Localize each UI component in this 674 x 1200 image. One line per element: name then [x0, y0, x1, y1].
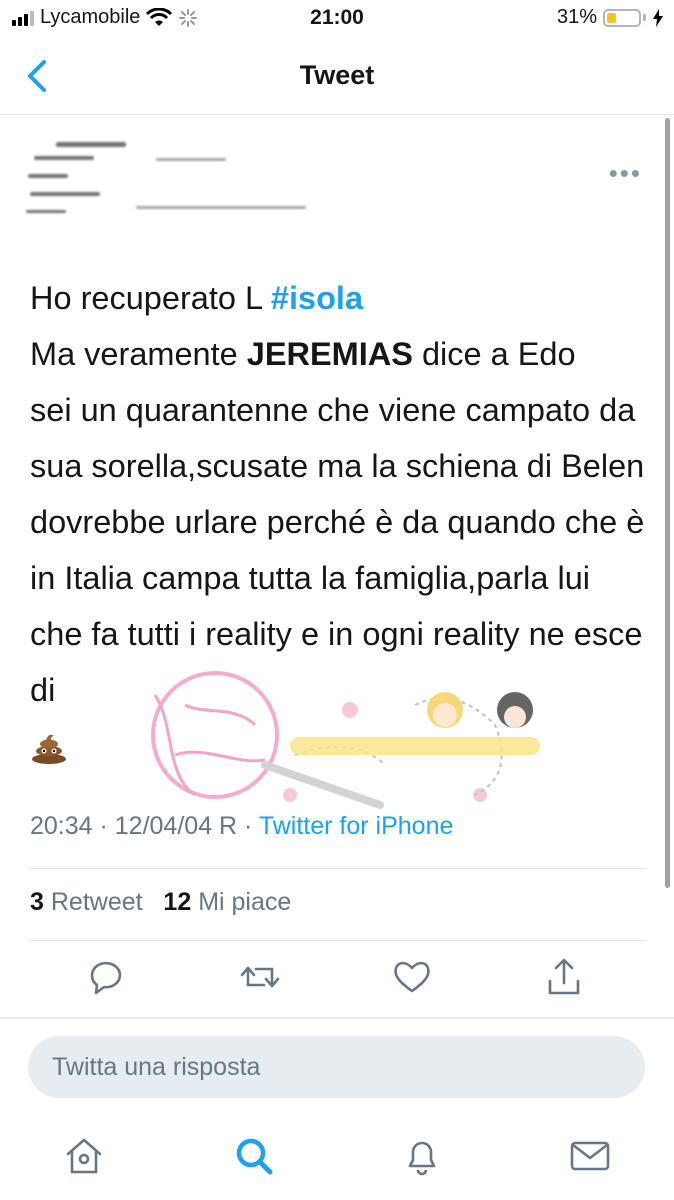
- tweet-timestamp: 20:34 · 12/04/04 R ·: [30, 812, 259, 840]
- tweet-source-link[interactable]: Twitter for iPhone: [259, 812, 454, 840]
- tweet-line2-suffix: dice a Edo: [412, 336, 576, 372]
- navigation-bar: Tweet: [0, 40, 674, 115]
- scrollbar[interactable]: [665, 118, 670, 888]
- tweet-bold-name: JEREMIAS: [246, 336, 413, 372]
- battery-percent: 31%: [556, 6, 597, 28]
- page-title: Tweet: [299, 60, 375, 90]
- reply-input[interactable]: [28, 1036, 612, 1098]
- reply-box[interactable]: [28, 1036, 645, 1098]
- retweet-label: Retweet: [50, 888, 143, 916]
- divider: [28, 868, 645, 869]
- tweet-line1-prefix: Ho recuperato L: [30, 280, 271, 316]
- battery-icon: [603, 8, 641, 27]
- search-icon[interactable]: [232, 1134, 276, 1178]
- watermark-logo: [151, 671, 540, 809]
- status-bar: Lycamobile 21:00 31%: [0, 0, 674, 38]
- poop-emoji-icon: [32, 735, 66, 765]
- hashtag-link[interactable]: #isola: [271, 280, 363, 316]
- like-count: 12: [163, 888, 192, 916]
- battery-group: 31%: [557, 6, 664, 29]
- author-header-redacted[interactable]: [26, 134, 326, 234]
- more-options-icon[interactable]: •••: [609, 158, 642, 189]
- tweet-stats: 3 Retweet 12 Mi piace: [30, 888, 291, 917]
- reply-icon[interactable]: [84, 955, 128, 999]
- tweet-actions: [0, 955, 674, 1007]
- retweet-stat[interactable]: 3 Retweet: [30, 888, 143, 916]
- messages-icon[interactable]: [568, 1134, 612, 1178]
- section-separator: [0, 1017, 674, 1019]
- notifications-icon[interactable]: [400, 1134, 444, 1178]
- like-label: Mi piace: [198, 888, 292, 916]
- tweet-line2-prefix: Ma veramente: [30, 336, 247, 372]
- tweet-body-rest: sei un quarantenne che viene campato da …: [30, 392, 645, 708]
- charging-bolt-icon: [653, 8, 663, 27]
- home-icon[interactable]: [62, 1134, 106, 1178]
- like-stat[interactable]: 12 Mi piace: [163, 888, 291, 916]
- tab-bar: [0, 1118, 674, 1200]
- like-icon[interactable]: [390, 955, 434, 999]
- tweet-meta: 20:34 · 12/04/04 R · Twitter for iPhone: [30, 812, 453, 841]
- retweet-icon[interactable]: [238, 955, 282, 999]
- retweet-count: 3: [30, 888, 44, 916]
- share-icon[interactable]: [542, 955, 586, 999]
- divider: [28, 940, 645, 941]
